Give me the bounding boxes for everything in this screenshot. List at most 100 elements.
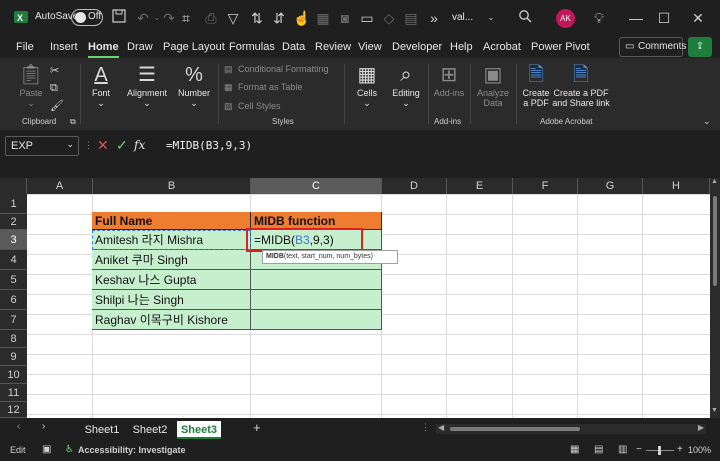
menu-review[interactable]: Review [315,41,351,53]
hscrollbar-thumb[interactable] [450,427,580,431]
column-header-f[interactable]: F [513,178,578,194]
vertical-scrollbar[interactable]: ▲ ▼ [710,178,720,418]
column-header-a[interactable]: A [27,178,93,194]
sort-desc-icon[interactable]: ⇵ [270,9,288,27]
menu-acrobat[interactable]: Acrobat [483,41,521,53]
autosave-toggle[interactable]: Off [71,9,103,26]
cut-icon[interactable]: ✂ [50,64,59,77]
scroll-down-icon[interactable]: ▼ [711,407,718,414]
menu-developer[interactable]: Developer [392,41,442,53]
redo-icon[interactable]: ↷ [160,9,178,27]
menu-data[interactable]: Data [282,41,305,53]
menu-formulas[interactable]: Formulas [229,41,275,53]
chart-icon[interactable]: ▦ [314,9,332,27]
lightbulb-icon[interactable]: 💡︎ [590,9,608,27]
column-header-h[interactable]: H [643,178,710,194]
column-header-d[interactable]: D [382,178,447,194]
zoom-slider[interactable] [646,446,674,455]
page-layout-view-icon[interactable]: ▤ [594,444,603,455]
select-all-corner[interactable] [0,178,27,194]
row-header-2[interactable]: 2 [0,214,27,230]
result-cell[interactable] [251,270,382,290]
row-header-4[interactable]: 4 [0,250,27,270]
menu-help[interactable]: Help [450,41,473,53]
print-icon[interactable]: ⎙ [202,9,220,27]
tab-sheet1[interactable]: Sheet1 [80,421,124,439]
tab-sheet2[interactable]: Sheet2 [128,421,172,439]
horizontal-scrollbar[interactable]: ◀ ▶ [436,423,706,434]
editing-button[interactable]: ⌕ Editing ⌄ [388,62,424,109]
row-header-8[interactable]: 8 [0,330,27,348]
file-name[interactable]: val... [452,12,473,23]
accessibility-status[interactable]: Accessibility: Investigate [78,445,186,455]
copy-icon[interactable]: ⧉ [50,82,58,95]
row-header-5[interactable]: 5 [0,270,27,290]
close-icon[interactable]: ✕ [689,9,707,27]
filter-icon[interactable]: ▽ [224,9,242,27]
row-header-6[interactable]: 6 [0,290,27,310]
menu-power-pivot[interactable]: Power Pivot [531,41,590,53]
format-painter-icon[interactable]: ⌗ [177,9,195,27]
row-header-9[interactable]: 9 [0,348,27,366]
name-cell[interactable]: Keshav 나스 Gupta [92,270,251,290]
analyze-data-button[interactable]: ▣ Analyze Data [474,62,512,108]
zoom-in-icon[interactable]: + [677,444,683,455]
result-cell[interactable] [251,290,382,310]
scroll-right-icon[interactable]: ▶ [698,423,704,432]
cell-styles-button[interactable]: Cell Styles [238,101,281,111]
avatar[interactable]: AK [556,9,575,28]
row-header-11[interactable]: 11 [0,384,27,402]
page-break-view-icon[interactable]: ▥ [618,444,627,455]
normal-view-icon[interactable]: ▦ [570,444,579,455]
number-button[interactable]: % Number ⌄ [176,62,212,109]
menu-view[interactable]: View [358,41,382,53]
prev-sheet-icon[interactable]: ‹ [17,421,20,432]
save-icon[interactable] [110,9,128,27]
format-painter-ribbon-icon[interactable]: 🖌︎ [50,99,64,112]
row-header-12[interactable]: 12 [0,402,27,418]
row-header-10[interactable]: 10 [0,366,27,384]
row-header-7[interactable]: 7 [0,310,27,330]
name-cell[interactable]: Shilpi 나는 Singh [92,290,251,310]
font-button[interactable]: A Font ⌄ [86,62,116,109]
search-icon[interactable] [516,9,534,27]
macro-record-icon[interactable]: ▣ [42,444,51,455]
result-cell[interactable] [251,310,382,330]
enter-icon[interactable]: ✓ [116,137,128,154]
header-cell-full-name[interactable]: Full Name [92,212,251,230]
name-cell[interactable]: Raghav 이목구비 Kishore [92,310,251,330]
scrollbar-thumb[interactable] [713,196,717,286]
name-cell[interactable]: Aniket 쿠마 Singh [92,250,251,270]
format-as-table-button[interactable]: Format as Table [238,82,302,92]
tab-splitter-icon[interactable]: ⋮ [421,422,430,433]
column-header-e[interactable]: E [447,178,513,194]
menu-page-layout[interactable]: Page Layout [163,41,225,53]
row-header-1[interactable]: 1 [0,194,27,214]
create-pdf-share-button[interactable]: 🗎︎ Create a PDF and Share link [552,62,610,108]
zoom-slider-thumb[interactable] [658,446,661,455]
menu-file[interactable]: File [16,41,34,53]
scroll-left-icon[interactable]: ◀ [438,423,444,432]
formula-input[interactable]: =MIDB(B3,9,3) [160,136,714,156]
column-header-b[interactable]: B [93,178,251,194]
camera-icon[interactable]: ◙ [336,9,354,27]
function-tooltip[interactable]: MIDB(text, start_num, num_bytes) [262,250,398,264]
minimize-icon[interactable]: — [627,9,645,27]
insert-function-button[interactable]: fx [134,138,145,152]
menu-draw[interactable]: Draw [127,41,153,53]
add-ins-button[interactable]: ⊞ Add-ins [432,62,466,98]
create-pdf-button[interactable]: 🗎︎ Create a PDF [520,62,552,108]
menu-home[interactable]: Home [88,41,119,58]
scroll-up-icon[interactable]: ▲ [711,178,718,185]
cells-button[interactable]: ▦ Cells ⌄ [352,62,382,109]
conditional-formatting-button[interactable]: Conditional Formatting [238,64,329,74]
column-header-c[interactable]: C [251,178,382,194]
zoom-level[interactable]: 100% [688,445,711,455]
filename-dropdown-icon[interactable]: ⌄ [482,9,500,27]
comments-button[interactable]: ▭ Comments [619,37,686,57]
paste-button[interactable]: 📋︎ Paste ⌄ [14,62,48,109]
column-header-g[interactable]: G [578,178,643,194]
maximize-icon[interactable]: ☐ [655,9,673,27]
add-sheet-icon[interactable]: + [253,420,261,435]
name-box[interactable]: EXP ⌄ [5,136,79,156]
